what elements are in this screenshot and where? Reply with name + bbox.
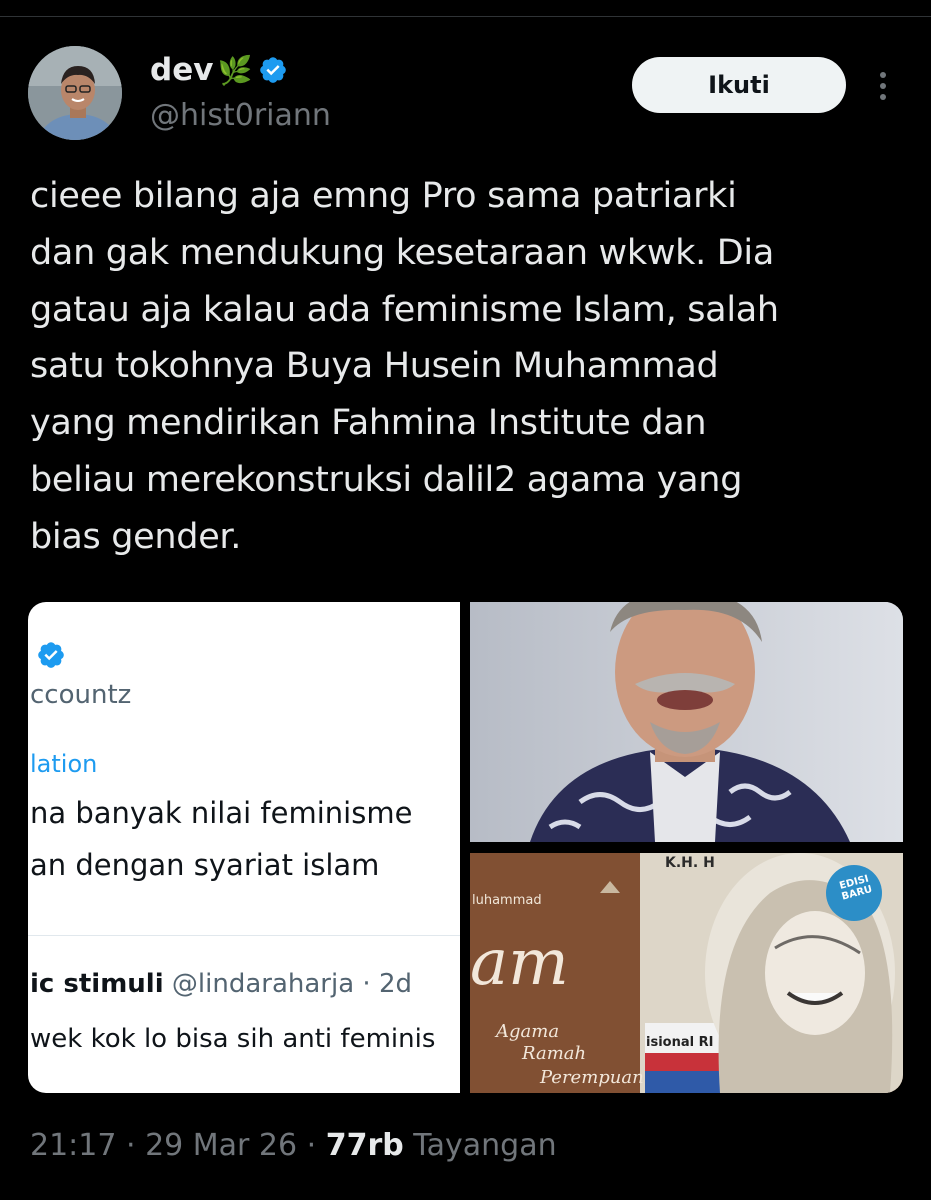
avatar-image bbox=[28, 46, 122, 140]
meta-separator: · bbox=[297, 1128, 326, 1163]
tweet-text-line: beliau merekonstruksi dalil2 agama yang bbox=[30, 459, 743, 500]
book-top-label: K.H. H bbox=[665, 855, 715, 871]
verified-badge-icon bbox=[260, 57, 287, 83]
screenshot-reply-handle: @lindaraharja bbox=[171, 969, 355, 999]
tweet-page: dev 🌿 @hist0riann Ikuti cieee bilang aja… bbox=[0, 0, 931, 1200]
tweet-date[interactable]: 29 Mar 26 bbox=[145, 1128, 297, 1163]
book-subtitle-line: Perempuan bbox=[540, 1067, 644, 1088]
more-vertical-icon[interactable] bbox=[868, 66, 898, 106]
screenshot-verified-icon bbox=[38, 642, 64, 668]
more-dot bbox=[880, 94, 886, 100]
tweet-text-line: cieee bilang aja emng Pro sama patriarki bbox=[30, 176, 737, 216]
views-count[interactable]: 77rb bbox=[326, 1128, 404, 1163]
tweet-time[interactable]: 21:17 bbox=[30, 1128, 116, 1163]
meta-separator: · bbox=[116, 1128, 146, 1163]
tweet-text-line: yang mendirikan Fahmina Institute dan bbox=[30, 403, 707, 444]
screenshot-reply-text: wek kok lo bisa sih anti feminis bbox=[30, 1024, 436, 1054]
book-title-text: am bbox=[470, 926, 569, 1000]
book-author-text: luhammad bbox=[472, 893, 542, 908]
author-handle[interactable]: @hist0riann bbox=[150, 98, 331, 133]
screenshot-text-line: na banyak nilai feminisme bbox=[30, 796, 413, 830]
tweet-meta: 21:17 · 29 Mar 26 · 77rb Tayangan bbox=[30, 1128, 557, 1163]
screenshot-reply-name: ic stimuli bbox=[30, 969, 164, 999]
media-grid: ccountz lation na banyak nilai feminisme… bbox=[28, 602, 903, 1093]
book-subtitle-line: Ramah bbox=[522, 1043, 587, 1064]
media-portrait-photo[interactable] bbox=[470, 602, 903, 842]
portrait-illustration bbox=[470, 602, 903, 842]
screenshot-reply-sep: · bbox=[354, 969, 379, 999]
top-divider bbox=[0, 16, 931, 17]
author-name-text: dev bbox=[150, 52, 214, 88]
screenshot-divider bbox=[28, 935, 460, 936]
tweet-text: cieee bilang aja emng Pro sama patriarki… bbox=[30, 168, 910, 566]
book-subtitle-line: Agama bbox=[496, 1021, 560, 1042]
tweet-text-line: dan gak mendukung kesetaraan wkwk. Dia bbox=[30, 232, 774, 273]
more-dot bbox=[880, 83, 886, 89]
author-display-name[interactable]: dev 🌿 bbox=[150, 52, 288, 88]
more-dot bbox=[880, 72, 886, 78]
media-screenshot-image[interactable]: ccountz lation na banyak nilai feminisme… bbox=[28, 602, 460, 1093]
screenshot-reply-time: 2d bbox=[378, 969, 412, 999]
author-avatar[interactable] bbox=[28, 46, 122, 140]
media-book-photo[interactable]: luhammad am Agama Ramah Perempuan K.H. H… bbox=[470, 853, 903, 1093]
screenshot-text-line: an dengan syariat islam bbox=[30, 848, 380, 882]
screenshot-translate-link: lation bbox=[30, 750, 98, 778]
views-label: Tayangan bbox=[403, 1128, 557, 1163]
tweet-text-line: satu tokohnya Buya Husein Muhammad bbox=[30, 346, 719, 387]
follow-button[interactable]: Ikuti bbox=[632, 57, 846, 113]
tweet-text-line: gatau aja kalau ada feminisme Islam, sal… bbox=[30, 289, 779, 330]
book-side-label: isional RI bbox=[646, 1035, 714, 1050]
screenshot-handle: ccountz bbox=[30, 680, 132, 710]
leaf-emoji-icon: 🌿 bbox=[217, 53, 253, 87]
screenshot-reply-header: ic stimuli @lindaraharja · 2d bbox=[30, 969, 412, 999]
tweet-text-line: bias gender. bbox=[30, 516, 242, 557]
